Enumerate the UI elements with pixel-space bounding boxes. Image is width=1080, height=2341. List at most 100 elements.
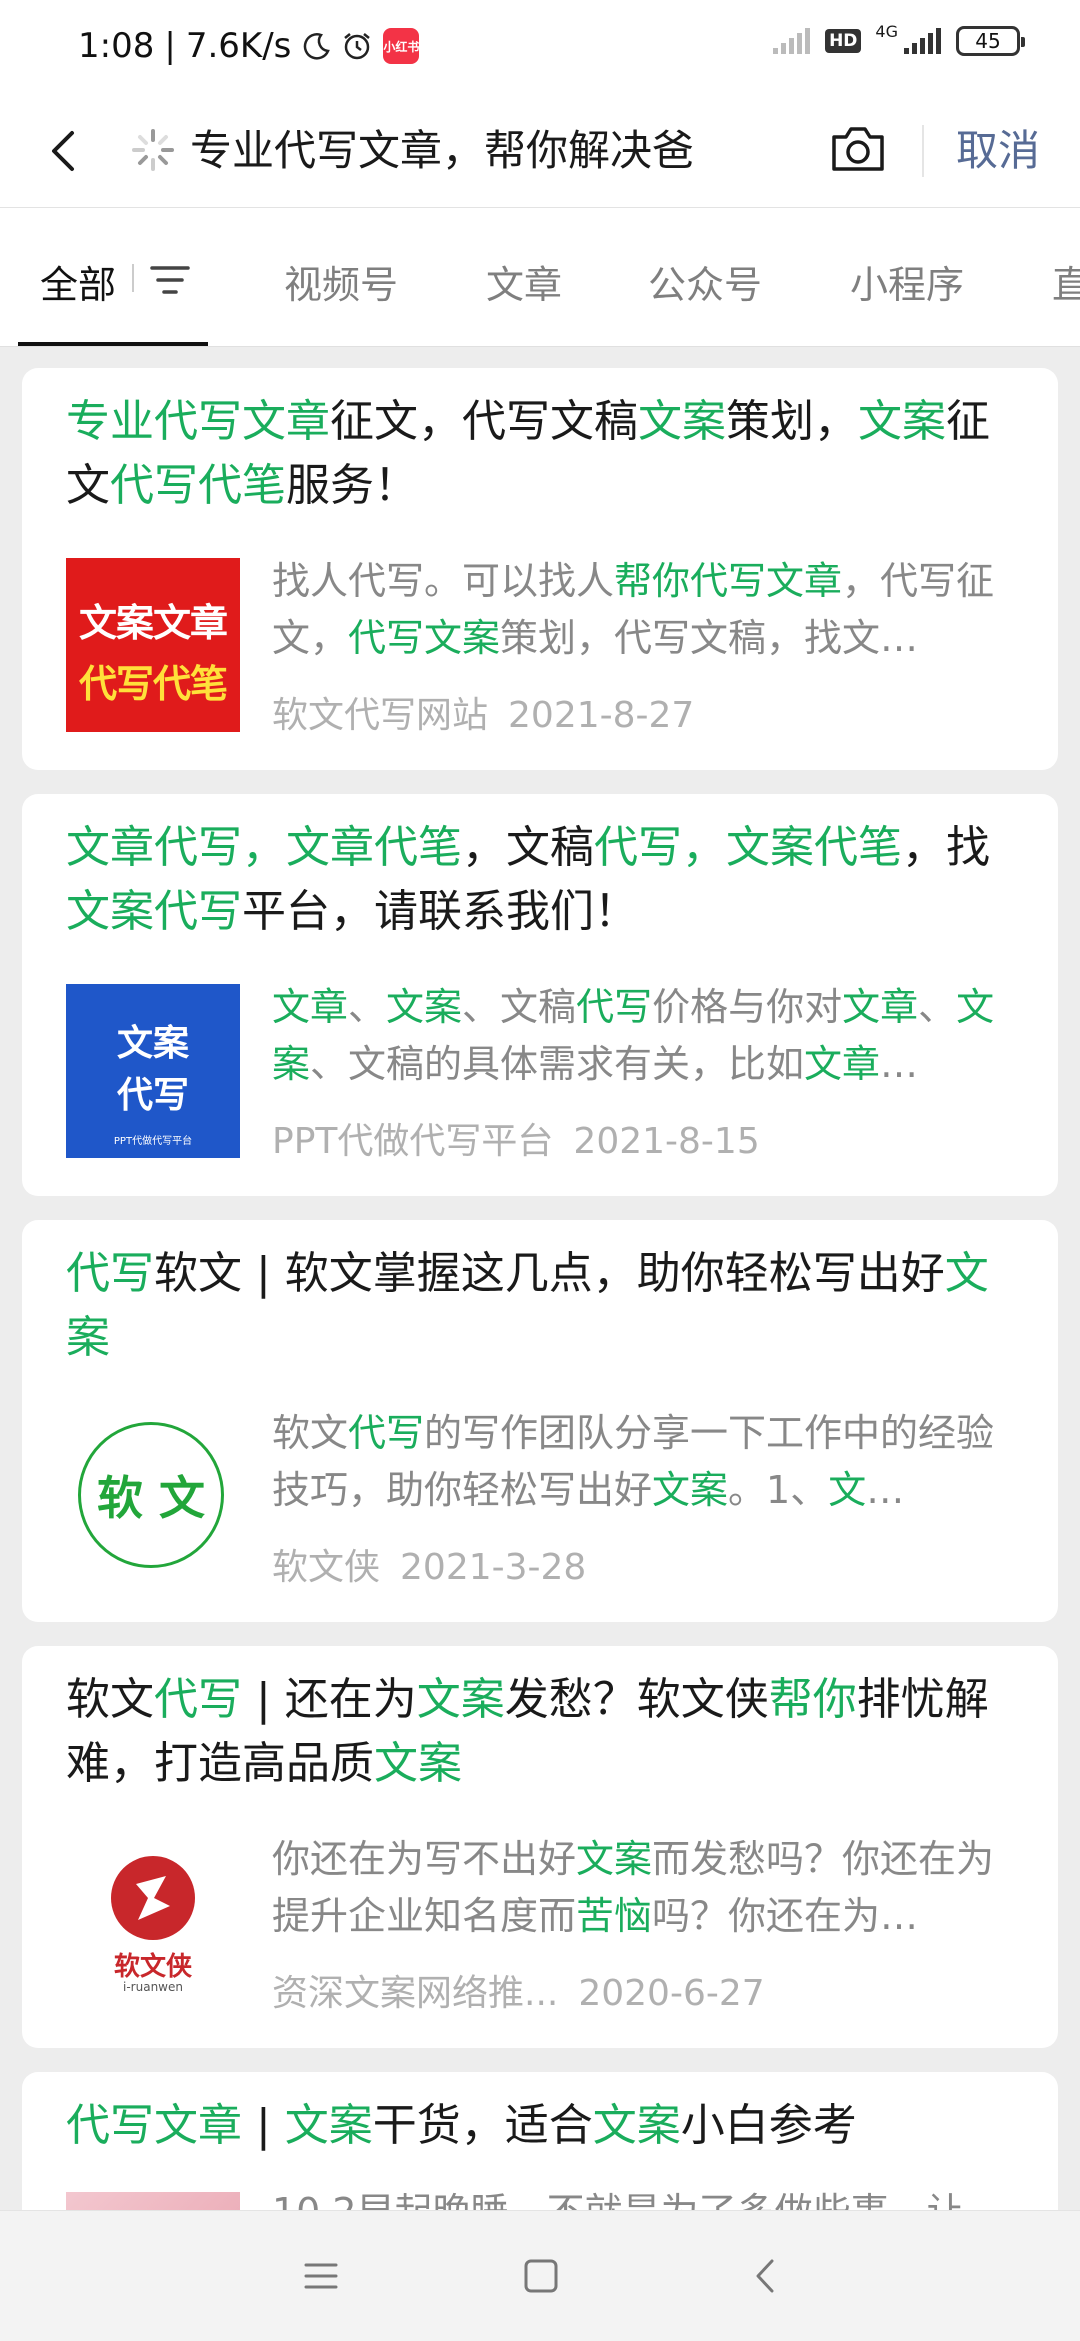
result-date: 2021-8-27 [508,695,695,736]
header-divider [922,125,924,177]
snippet-part: 苦恼 [576,1894,653,1938]
thumb-caption: i-ruanwen [123,1980,183,1994]
snippet-part: 文 [828,1468,867,1512]
title-part: 软文 | 软文掌握这几点，助你轻松写出好 [154,1248,945,1299]
camera-icon[interactable] [826,117,890,181]
title-part: 专业代写文章 [66,396,330,447]
snippet-part: 帮你代写文章 [614,559,843,603]
result-thumbnail: 软 文 [66,1410,240,1584]
title-part: 软文 [66,1674,154,1725]
network-label: 4G [875,21,898,41]
filter-separator [132,264,134,292]
result-source[interactable]: 软文代写网站 [272,695,488,736]
result-source[interactable]: 资深文案网络推... [272,1973,558,2014]
snippet-part: 文案 [576,1837,653,1881]
result-card[interactable]: 文章代写，文章代笔，文稿代写，文案代笔，找文案代写平台，请联系我们！ 文案 代写… [22,794,1058,1196]
title-part: 干货，适合 [372,2100,593,2151]
search-header: 专业代写文章，帮你解决爸 取消 [0,95,1080,208]
tab-all[interactable]: 全部 [40,254,116,309]
result-title[interactable]: 代写软文 | 软文掌握这几点，助你轻松写出好文案 [66,1242,1026,1370]
result-date: 2021-8-15 [573,1121,760,1162]
tab-mini-programs[interactable]: 小程序 [850,254,964,309]
result-thumbnail: 软文侠 i-ruanwen [66,1836,240,2010]
result-thumbnail: 文案 代写 PPT代做代写平台 [66,984,240,1158]
result-title[interactable]: 代写文章 | 文案干货，适合文案小白参考 [66,2094,1026,2158]
title-part: 小白参考 [680,2100,857,2151]
title-part: ，找 [902,822,990,873]
status-right: HD 4G 45 [771,22,1025,56]
title-part: 代写 [154,1674,242,1725]
back-icon[interactable] [742,2251,792,2301]
snippet-part: 代写文案 [348,616,501,660]
result-snippet: 找人代写。可以找人帮你代写文章，代写征文，代写文案策划，代写文稿，找文… [272,553,1024,667]
title-part: 策划， [726,396,858,447]
snippet-part: 、文稿 [462,985,577,1029]
result-title[interactable]: 专业代写文章征文，代写文稿文案策划，文案征文代写代笔服务！ [66,390,1026,518]
title-part: 征文，代写文稿 [330,396,638,447]
snippet-part: 文案 [652,1468,729,1512]
thumb-line: 文案 [116,1023,189,1064]
snippet-part: 找人代写。可以找人 [272,559,615,603]
tab-video[interactable]: 视频号 [284,254,398,309]
back-arrow-icon[interactable] [36,121,96,181]
snippet-part: 价格与你对 [652,985,843,1029]
alarm-icon [344,33,371,60]
snippet-part: 。1、 [728,1468,829,1512]
status-separator: | [164,26,176,66]
result-card[interactable]: 软文代写 | 还在为文案发愁？软文侠帮你排忧解难，打造高品质文案 软文侠 i-r… [22,1646,1058,2048]
result-snippet: 你还在为写不出好文案而发愁吗？你还在为提升企业知名度而苦恼吗？你还在为… [272,1831,1024,1945]
result-meta: 资深文案网络推... 2020-6-27 [272,1964,765,2016]
title-part: 文案代写 [66,886,242,937]
snippet-part: 吗？你还在为… [652,1894,919,1938]
result-date: 2021-3-28 [400,1547,587,1588]
tab-official-accounts[interactable]: 公众号 [648,254,762,309]
result-card[interactable]: 代写软文 | 软文掌握这几点，助你轻松写出好文案 软 文 软文代写的写作团队分享… [22,1220,1058,1622]
signal-icon [773,28,811,54]
tab-live[interactable]: 直 [1052,254,1080,309]
title-part: 平台，请联系我们！ [242,886,638,937]
snippet-part: 软文 [272,1411,349,1455]
result-meta: 软文侠 2021-3-28 [272,1538,586,1590]
title-part: 文案 [592,2100,681,2151]
result-meta: PPT代做代写平台 2021-8-15 [272,1112,760,1164]
filter-icon[interactable] [148,262,192,298]
snippet-part: 代写 [348,1411,425,1455]
title-part: 代写，文案代笔 [594,822,902,873]
cancel-button[interactable]: 取消 [956,117,1040,185]
loading-icon [132,129,174,171]
ruanwen-logo: 软 文 [78,1422,224,1568]
result-card[interactable]: 专业代写文章征文，代写文稿文案策划，文案征文代写代笔服务！ 文案文章 代写代笔 … [22,368,1058,770]
snippet-part: … [880,1042,919,1086]
thumb-line: 代写 [116,1075,189,1116]
snippet-part: 代写 [576,985,653,1029]
snippet-part: 你还在为写不出好 [272,1837,577,1881]
snippet-part: 、文稿的具体需求有关，比如 [310,1042,805,1086]
status-left: 1:08 | 7.6K/s 小红书 [78,26,419,66]
result-title[interactable]: 软文代写 | 还在为文案发愁？软文侠帮你排忧解难，打造高品质文案 [66,1668,1026,1796]
title-part: 文案 [638,396,726,447]
menu-icon[interactable] [296,2251,346,2301]
thumb-line: 软 文 [96,1471,205,1525]
result-title[interactable]: 文章代写，文章代笔，文稿代写，文案代笔，找文案代写平台，请联系我们！ [66,816,1026,944]
title-part: 发愁？软文侠 [504,1674,769,1725]
system-nav-bar [0,2210,1080,2341]
battery-indicator: 45 [956,26,1025,56]
result-source[interactable]: 软文侠 [272,1547,380,1588]
search-input[interactable]: 专业代写文章，帮你解决爸 [190,117,710,185]
title-part: 服务！ [286,460,418,511]
title-part: | 还在为 [242,1674,417,1725]
result-source[interactable]: PPT代做代写平台 [272,1121,553,1162]
thumb-line: 代写代笔 [78,662,228,706]
title-part: 文案 [284,2100,373,2151]
title-part: 文章代写，文章代笔 [66,822,462,873]
result-thumbnail: 文案文章 代写代笔 [66,558,240,732]
tab-articles[interactable]: 文章 [486,254,562,309]
result-meta: 软文代写网站 2021-8-27 [272,686,694,738]
status-time: 1:08 [78,26,155,66]
xiaohongshu-app-icon: 小红书 [383,28,419,64]
thumb-caption: PPT代做代写平台 [113,1136,193,1147]
snippet-part: 、 [348,985,387,1029]
signal-strong-icon [904,28,941,54]
snippet-part: 文章 [804,1042,881,1086]
home-icon[interactable] [516,2251,566,2301]
